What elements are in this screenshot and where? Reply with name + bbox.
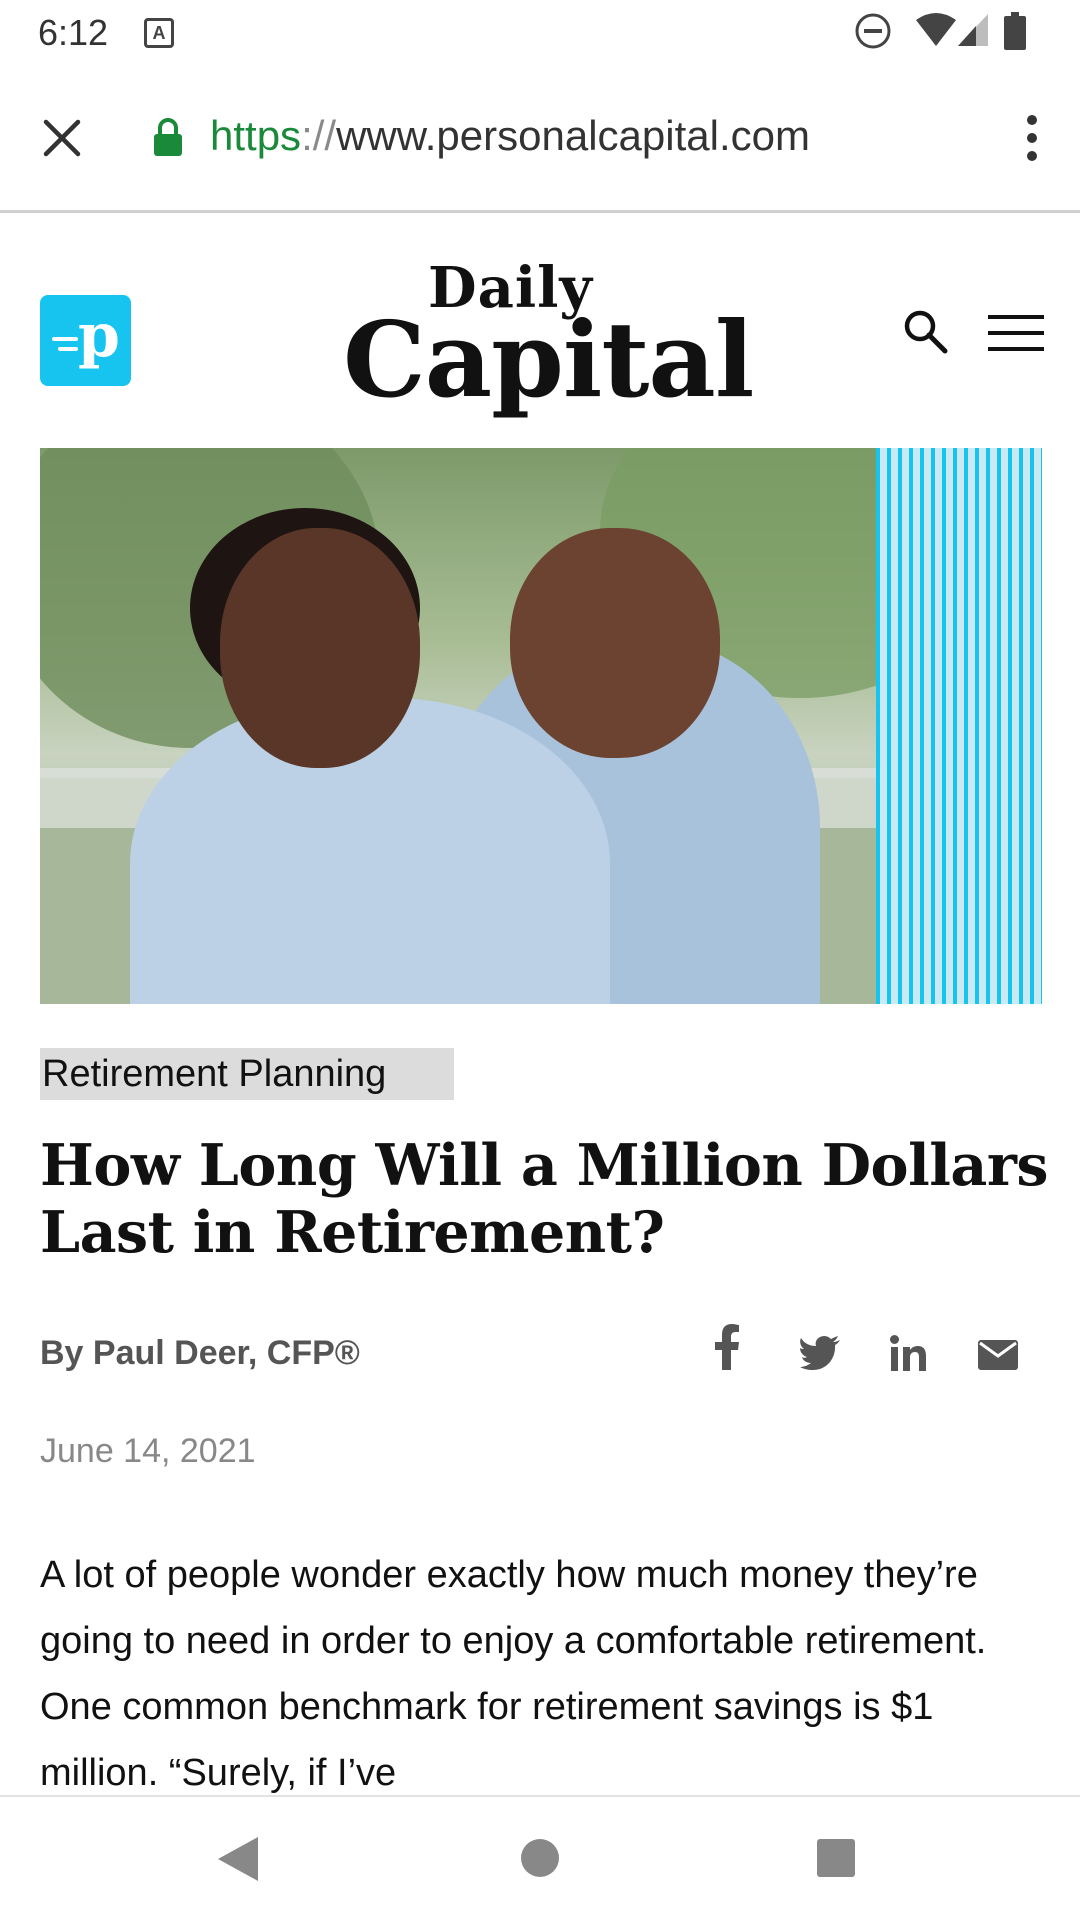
recent-apps-icon[interactable] bbox=[817, 1839, 855, 1877]
hero-photo bbox=[40, 448, 1042, 1004]
home-icon[interactable] bbox=[521, 1839, 559, 1877]
more-vert-icon[interactable] bbox=[1024, 114, 1040, 162]
twitter-icon[interactable] bbox=[800, 1328, 840, 1378]
facebook-icon[interactable] bbox=[714, 1322, 740, 1372]
article-title: How Long Will a Million Dollars Last in … bbox=[40, 1132, 1048, 1266]
wave-pattern bbox=[876, 448, 1042, 1004]
article-byline[interactable]: By Paul Deer, CFP® bbox=[40, 1334, 360, 1373]
status-bar: 6:12 A bbox=[0, 0, 1080, 64]
site-header: p Daily Capital bbox=[0, 213, 1080, 448]
lock-icon bbox=[154, 118, 182, 156]
notification-a-icon: A bbox=[144, 18, 174, 48]
browser-toolbar: https://www.personalcapital.com bbox=[0, 64, 1080, 213]
hamburger-menu-icon[interactable] bbox=[988, 313, 1044, 353]
article-body: A lot of people wonder exactly how much … bbox=[40, 1554, 987, 1794]
url-field[interactable]: https://www.personalcapital.com bbox=[210, 112, 810, 160]
logo-letter: p bbox=[78, 301, 120, 371]
status-time: 6:12 bbox=[38, 12, 109, 53]
wifi-icon bbox=[916, 13, 956, 46]
brand-capital[interactable]: Capital bbox=[343, 298, 754, 421]
status-icons bbox=[854, 12, 1044, 52]
url-scheme: https bbox=[210, 112, 302, 159]
category-label: Retirement Planning bbox=[42, 1053, 387, 1095]
do-not-disturb-icon bbox=[855, 13, 891, 49]
article-date: June 14, 2021 bbox=[40, 1432, 256, 1470]
url-host: www.personalcapital.com bbox=[336, 112, 810, 159]
email-icon[interactable] bbox=[978, 1330, 1018, 1380]
url-separator: :// bbox=[301, 112, 337, 159]
category-tag[interactable]: Retirement Planning bbox=[40, 1048, 454, 1100]
close-icon[interactable] bbox=[38, 114, 86, 162]
system-nav-bar bbox=[0, 1795, 1080, 1922]
personal-capital-logo[interactable]: p bbox=[40, 295, 131, 386]
back-icon[interactable] bbox=[218, 1837, 258, 1881]
linkedin-icon[interactable] bbox=[890, 1328, 926, 1378]
battery-icon bbox=[1004, 12, 1026, 50]
search-icon[interactable] bbox=[902, 308, 948, 354]
signal-icon bbox=[958, 14, 988, 46]
